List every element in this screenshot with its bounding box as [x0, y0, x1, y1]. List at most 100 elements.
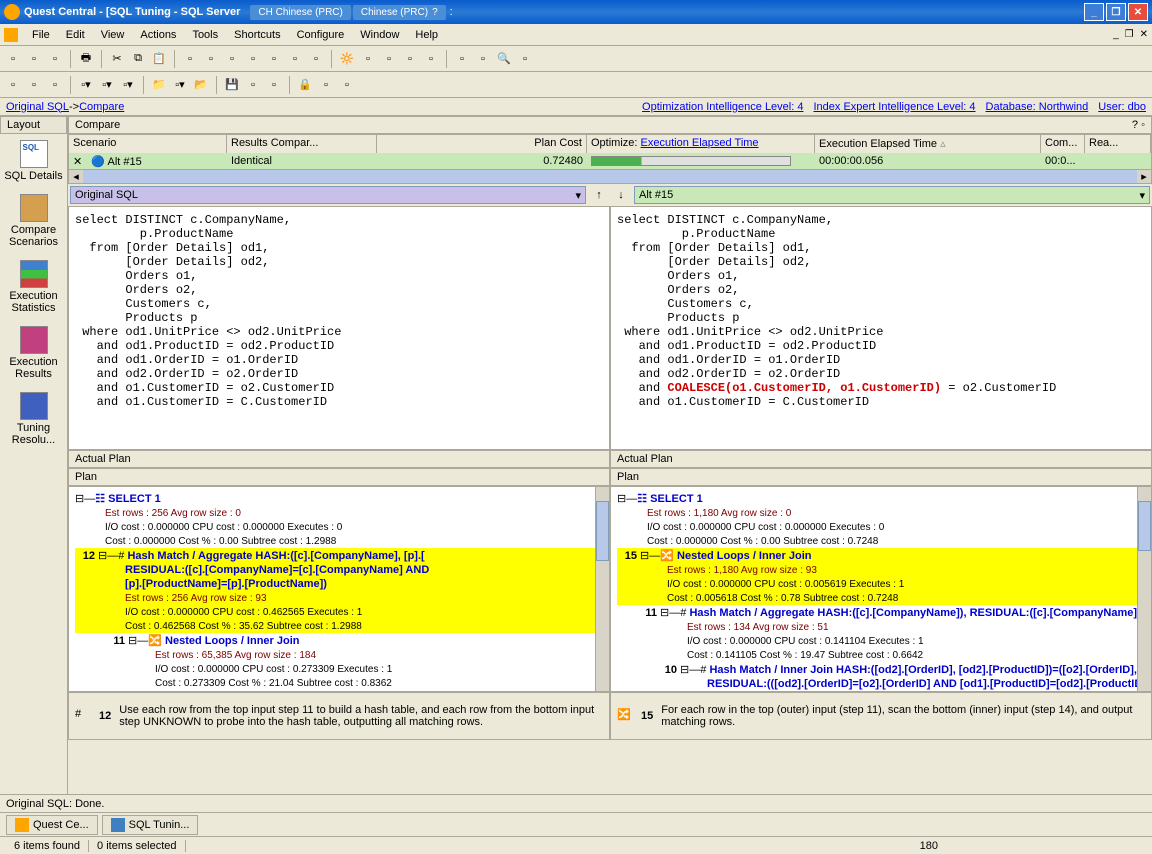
tb-icon-b[interactable]: ▫ [202, 50, 220, 68]
sql-select-right[interactable]: Alt #15▾ [634, 186, 1150, 204]
tb-icon-l[interactable]: ▫ [422, 50, 440, 68]
tb-icon-h[interactable]: 🔆 [338, 50, 356, 68]
maximize-button[interactable]: ❐ [1106, 3, 1126, 21]
tb2-icon-m[interactable]: ▫ [338, 76, 356, 94]
scenario-hscroll[interactable]: ◂▸ [69, 169, 1151, 183]
save-icon[interactable]: ▫ [46, 50, 64, 68]
tb-icon-d[interactable]: ▫ [244, 50, 262, 68]
tb2-icon-g[interactable]: 📁 [150, 76, 168, 94]
col-rea[interactable]: Rea... [1085, 135, 1151, 153]
tb-icon-o[interactable]: 🔍 [495, 50, 513, 68]
menu-shortcuts[interactable]: Shortcuts [226, 26, 288, 44]
plan-right-vscroll[interactable] [1137, 487, 1151, 691]
scenario-row[interactable]: ✕ 🔵 Alt #15 Identical 0.72480 00:00:00.0… [69, 153, 1151, 169]
sidebar-item-tuning-resolution[interactable]: Tuning Resolu... [0, 386, 67, 452]
sql-pane-left[interactable]: select DISTINCT c.CompanyName, p.Product… [68, 206, 610, 450]
tb2-icon-d[interactable]: ▫▾ [77, 76, 95, 94]
tb2-icon-l[interactable]: ▫ [317, 76, 335, 94]
sidebar: Layout SQL SQL Details Compare Scenarios… [0, 116, 68, 794]
breadcrumb-original-sql[interactable]: Original SQL [6, 101, 69, 113]
doc-close-icon[interactable]: ✕ [1140, 29, 1148, 40]
tb-icon-m[interactable]: ▫ [453, 50, 471, 68]
help-icon[interactable]: ? ◦ [1132, 119, 1145, 131]
paste-icon[interactable]: 📋 [150, 50, 168, 68]
tb2-icon-a[interactable]: ▫ [4, 76, 22, 94]
tb-icon-k[interactable]: ▫ [401, 50, 419, 68]
sql-select-left[interactable]: Original SQL▾ [70, 186, 586, 204]
menu-window[interactable]: Window [352, 26, 407, 44]
plan-sub-right: Plan [610, 468, 1152, 486]
idx-level-link[interactable]: Index Expert Intelligence Level: 4 [813, 101, 975, 113]
copy-icon[interactable]: ⧉ [129, 50, 147, 68]
tb-icon-c[interactable]: ▫ [223, 50, 241, 68]
plan-pane-right[interactable]: ⊟—☷ SELECT 1 Est rows : 1,180 Avg row si… [610, 486, 1152, 692]
task-quest-central[interactable]: Quest Ce... [6, 815, 98, 835]
close-button[interactable]: ✕ [1128, 3, 1148, 21]
menu-help[interactable]: Help [407, 26, 446, 44]
tb-icon-i[interactable]: ▫ [359, 50, 377, 68]
tb2-icon-i[interactable]: 📂 [192, 76, 210, 94]
tb2-save-icon[interactable]: 💾 [223, 76, 241, 94]
print-icon[interactable]: 🖶 [77, 50, 95, 68]
menu-edit[interactable]: Edit [58, 26, 93, 44]
menu-view[interactable]: View [93, 26, 133, 44]
breadcrumb-compare[interactable]: Compare [79, 101, 124, 113]
col-exectime[interactable]: Execution Elapsed Time ▵ [815, 135, 1041, 153]
col-results[interactable]: Results Compar... [227, 135, 377, 153]
tb2-icon-f[interactable]: ▫▾ [119, 76, 137, 94]
tb-icon-j[interactable]: ▫ [380, 50, 398, 68]
col-scenario[interactable]: Scenario [69, 135, 227, 153]
tb-icon-a[interactable]: ▫ [181, 50, 199, 68]
app-icon [4, 4, 20, 20]
tb2-lock-icon[interactable]: 🔒 [296, 76, 314, 94]
open-icon[interactable]: ▫ [25, 50, 43, 68]
lang-tab-1[interactable]: CH Chinese (PRC) [250, 5, 350, 20]
opt-level-link[interactable]: Optimization Intelligence Level: 4 [642, 101, 803, 113]
layout-header: Layout [0, 116, 67, 134]
menu-file[interactable]: File [24, 26, 58, 44]
toolbar-1: ▫ ▫ ▫ 🖶 ✂ ⧉ 📋 ▫ ▫ ▫ ▫ ▫ ▫ ▫ 🔆 ▫ ▫ ▫ ▫ ▫ … [0, 46, 1152, 72]
tb2-icon-j[interactable]: ▫ [244, 76, 262, 94]
cut-icon[interactable]: ✂ [108, 50, 126, 68]
col-plancost[interactable]: Plan Cost [377, 135, 587, 153]
sidebar-item-sql-details[interactable]: SQL SQL Details [0, 134, 67, 188]
menu-configure[interactable]: Configure [289, 26, 353, 44]
tb-icon-n[interactable]: ▫ [474, 50, 492, 68]
tb-icon-g[interactable]: ▫ [307, 50, 325, 68]
sql-pane-right[interactable]: select DISTINCT c.CompanyName, p.Product… [610, 206, 1152, 450]
plan-left-vscroll[interactable] [595, 487, 609, 691]
user-link[interactable]: User: dbo [1098, 101, 1146, 113]
new-icon[interactable]: ▫ [4, 50, 22, 68]
task-sql-tuning[interactable]: SQL Tunin... [102, 815, 199, 835]
execution-statistics-icon [20, 260, 48, 288]
up-arrow-icon[interactable]: ↑ [590, 186, 608, 204]
tb2-icon-h[interactable]: ▫▾ [171, 76, 189, 94]
down-arrow-icon[interactable]: ↓ [612, 186, 630, 204]
plan-header-left: Actual Plan [68, 450, 610, 468]
tb2-icon-e[interactable]: ▫▾ [98, 76, 116, 94]
menu-tools[interactable]: Tools [184, 26, 226, 44]
plan-pane-left[interactable]: ⊟—☷ SELECT 1 Est rows : 256 Avg row size… [68, 486, 610, 692]
taskbar: Quest Ce... SQL Tunin... [0, 812, 1152, 836]
minimize-button[interactable]: _ [1084, 3, 1104, 21]
doc-minimize-icon[interactable]: _ [1113, 29, 1119, 40]
doc-restore-icon[interactable]: ❐ [1125, 29, 1134, 40]
sidebar-item-execution-results[interactable]: Execution Results [0, 320, 67, 386]
toolbar-2: ▫ ▫ ▫ ▫▾ ▫▾ ▫▾ 📁 ▫▾ 📂 💾 ▫ ▫ 🔒 ▫ ▫ [0, 72, 1152, 98]
tb-icon-p[interactable]: ▫ [516, 50, 534, 68]
scenario-table: Scenario Results Compar... Plan Cost Opt… [68, 134, 1152, 184]
tb-icon-e[interactable]: ▫ [265, 50, 283, 68]
loop-icon: 🔀 [617, 708, 633, 724]
db-link[interactable]: Database: Northwind [986, 101, 1089, 113]
tb2-icon-b[interactable]: ▫ [25, 76, 43, 94]
col-com[interactable]: Com... [1041, 135, 1085, 153]
tb2-icon-k[interactable]: ▫ [265, 76, 283, 94]
col-optimize[interactable]: Optimize: Execution Elapsed Time [587, 135, 815, 153]
tb-icon-f[interactable]: ▫ [286, 50, 304, 68]
window-title: Quest Central - [SQL Tuning - SQL Server [24, 6, 240, 18]
tb2-icon-c[interactable]: ▫ [46, 76, 64, 94]
sidebar-item-compare-scenarios[interactable]: Compare Scenarios [0, 188, 67, 254]
sidebar-item-execution-statistics[interactable]: Execution Statistics [0, 254, 67, 320]
menu-actions[interactable]: Actions [132, 26, 184, 44]
lang-tab-2[interactable]: Chinese (PRC) ? [353, 5, 446, 20]
